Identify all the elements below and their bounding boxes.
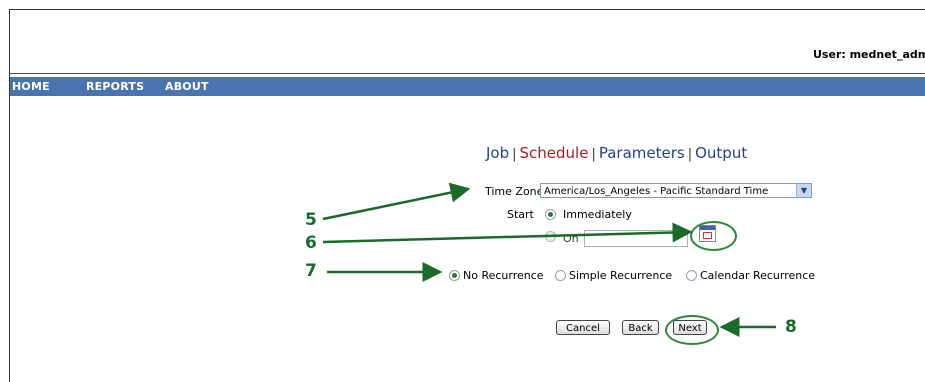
annotation-number-6: 6 (305, 233, 317, 253)
arrow-5 (322, 182, 471, 221)
annotation-number-7: 7 (305, 261, 317, 281)
annotation-number-5: 5 (305, 210, 317, 230)
annotation-number-8: 8 (785, 317, 797, 337)
arrow-6 (322, 222, 693, 244)
